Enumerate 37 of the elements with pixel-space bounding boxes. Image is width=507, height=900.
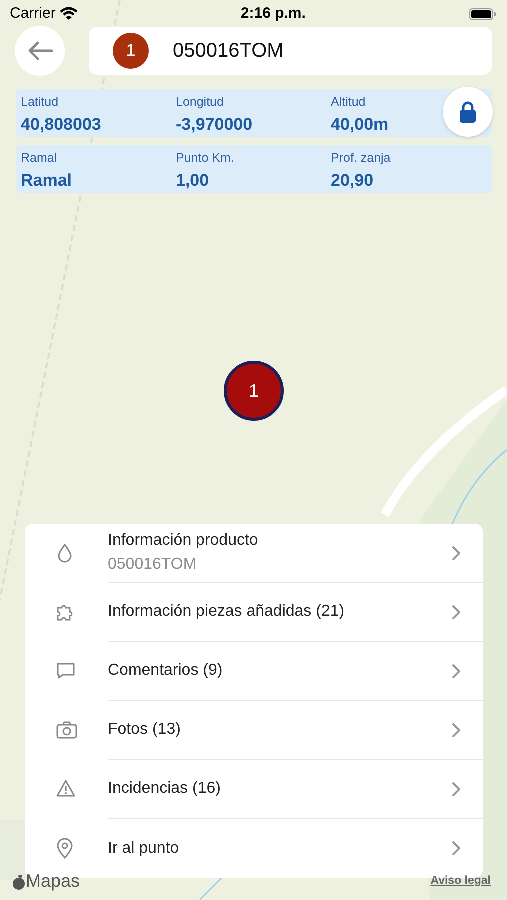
carrier-label: Carrier — [10, 4, 56, 24]
field-value: 20,90 — [331, 170, 374, 192]
field-label: Longitud — [176, 94, 224, 111]
field-label: Ramal — [21, 150, 58, 167]
field-label: Punto Km. — [176, 150, 234, 167]
item-title: Comentarios (9) — [108, 661, 224, 681]
item-title: Información piezas añadidas (21) — [108, 602, 346, 622]
chevron-icon — [452, 664, 461, 678]
item-title: Ir al punto — [108, 838, 180, 858]
field-value: 40,808003 — [21, 114, 102, 136]
field-value: 40,00m — [331, 114, 389, 136]
chevron-icon — [452, 604, 461, 620]
number-badge: 1 — [113, 33, 149, 69]
field-label: Prof. zanja — [331, 150, 391, 167]
clock-label: 2:16 p.m. — [240, 4, 306, 24]
field-value: -3,970000 — [176, 114, 253, 136]
chevron-icon — [452, 722, 461, 738]
back-arrow-icon — [27, 41, 53, 61]
chevron-icon — [452, 546, 461, 560]
field-value: 1,00 — [176, 170, 210, 192]
item-title: Incidencias (16) — [108, 779, 222, 799]
item-title: Fotos (13) — [108, 720, 182, 740]
chevron-icon — [452, 841, 461, 856]
wifi-icon — [60, 7, 78, 21]
chevron-icon — [452, 782, 461, 796]
lock-icon — [459, 101, 477, 123]
menu-item[interactable]: Información producto 050016TOM — [25, 524, 483, 583]
field-label: Altitud — [331, 94, 366, 111]
field-value: Ramal — [21, 170, 72, 192]
battery-icon — [469, 8, 497, 20]
item-subtitle: 050016TOM — [108, 555, 198, 575]
lock-button[interactable] — [443, 87, 493, 137]
camera-icon — [56, 720, 78, 742]
item-title: Información producto — [108, 531, 260, 551]
logo-icon — [12, 874, 26, 890]
point-title: 050016TOM — [173, 39, 284, 64]
field-label: Latitud — [21, 94, 59, 111]
